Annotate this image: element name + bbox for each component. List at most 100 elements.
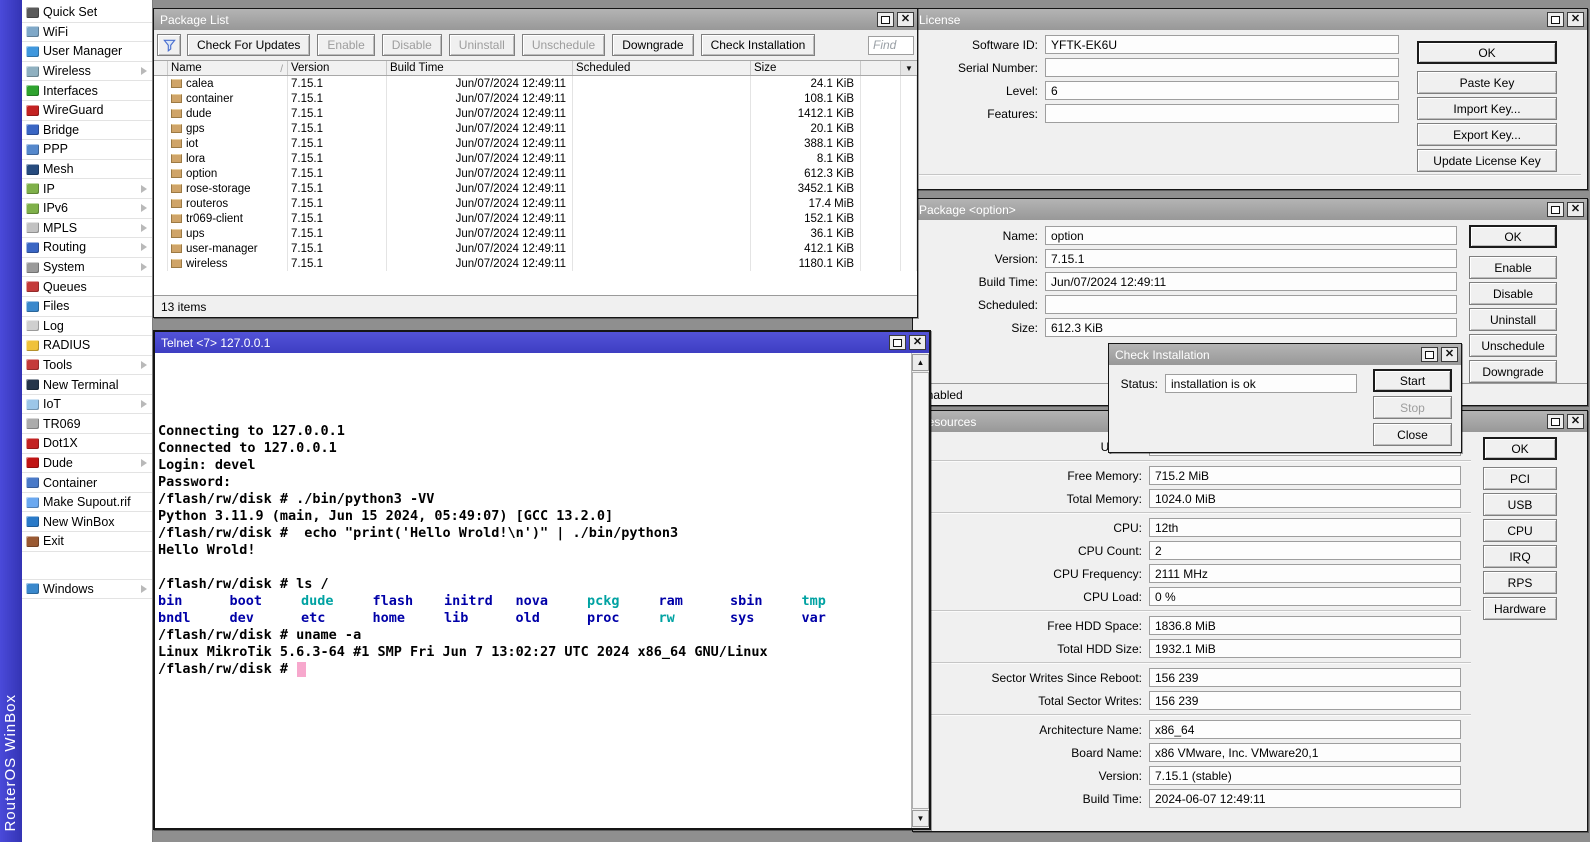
sidebar-item-mesh[interactable]: Mesh — [22, 160, 152, 180]
sidebar-item-log[interactable]: Log — [22, 317, 152, 337]
version-field[interactable]: 7.15.1 — [1045, 249, 1457, 268]
ok-button[interactable]: OK — [1469, 225, 1557, 248]
close-button[interactable]: Close — [1373, 423, 1452, 446]
irq-button[interactable]: IRQ — [1483, 545, 1557, 568]
import-key-button[interactable]: Import Key... — [1417, 97, 1557, 120]
cpu-button[interactable]: CPU — [1483, 519, 1557, 542]
sidebar-item-wifi[interactable]: WiFi — [22, 23, 152, 43]
sidebar-item-wireguard[interactable]: WireGuard — [22, 101, 152, 121]
vertical-scrollbar[interactable] — [911, 353, 929, 828]
paste-key-button[interactable]: Paste Key — [1417, 71, 1557, 94]
downgrade-button[interactable]: Downgrade — [612, 34, 693, 56]
sidebar-item-wireless[interactable]: Wireless — [22, 62, 152, 82]
close-icon[interactable] — [897, 12, 914, 27]
name-field[interactable]: option — [1045, 226, 1457, 245]
check-for-updates-button[interactable]: Check For Updates — [187, 34, 310, 56]
package-row-option[interactable]: option7.15.1Jun/07/2024 12:49:11612.3 Ki… — [154, 166, 917, 181]
sidebar-item-files[interactable]: Files — [22, 297, 152, 317]
maximize-button[interactable] — [1547, 414, 1564, 429]
column-header-build-time[interactable]: Build Time — [387, 61, 573, 75]
free-hdd-space-field[interactable]: 1836.8 MiB — [1149, 616, 1461, 635]
package-row-tr069-client[interactable]: tr069-client7.15.1Jun/07/2024 12:49:1115… — [154, 211, 917, 226]
build-time-field[interactable]: Jun/07/2024 12:49:11 — [1045, 272, 1457, 291]
package-row-dude[interactable]: dude7.15.1Jun/07/2024 12:49:111412.1 KiB — [154, 106, 917, 121]
sidebar-item-interfaces[interactable]: Interfaces — [22, 81, 152, 101]
enable-button[interactable]: Enable — [1469, 256, 1557, 279]
sector-writes-since-reboot-field[interactable]: 156 239 — [1149, 668, 1461, 687]
uninstall-button[interactable]: Uninstall — [449, 34, 515, 56]
export-key-button[interactable]: Export Key... — [1417, 123, 1557, 146]
ok-button[interactable]: OK — [1417, 41, 1557, 64]
terminal-body[interactable]: Connecting to 127.0.0.1Connected to 127.… — [155, 353, 929, 828]
unschedule-button[interactable]: Unschedule — [522, 34, 605, 56]
telnet-titlebar[interactable]: Telnet <7> 127.0.0.1 — [155, 332, 929, 353]
sidebar-item-exit[interactable]: Exit — [22, 532, 152, 552]
package-titlebar[interactable]: Package <option> — [913, 199, 1587, 220]
close-icon[interactable] — [1567, 12, 1584, 27]
unschedule-button[interactable]: Unschedule — [1469, 334, 1557, 357]
check-installation-button[interactable]: Check Installation — [701, 34, 816, 56]
maximize-button[interactable] — [1547, 12, 1564, 27]
sidebar-item-dot1x[interactable]: Dot1X — [22, 434, 152, 454]
sidebar-item-system[interactable]: System — [22, 258, 152, 278]
pci-button[interactable]: PCI — [1483, 467, 1557, 490]
maximize-button[interactable] — [1547, 202, 1564, 217]
update-license-key-button[interactable]: Update License Key — [1417, 149, 1557, 172]
column-dropdown-button[interactable] — [901, 61, 917, 75]
package-row-iot[interactable]: iot7.15.1Jun/07/2024 12:49:11388.1 KiB — [154, 136, 917, 151]
start-button[interactable]: Start — [1373, 369, 1452, 392]
sidebar-item-queues[interactable]: Queues — [22, 277, 152, 297]
close-icon[interactable] — [909, 335, 926, 350]
sidebar-item-routing[interactable]: Routing — [22, 238, 152, 258]
features-field[interactable] — [1045, 104, 1399, 123]
sidebar-item-ip[interactable]: IP — [22, 179, 152, 199]
level-field[interactable]: 6 — [1045, 81, 1399, 100]
cpu-load-field[interactable]: 0 % — [1149, 587, 1461, 606]
disable-button[interactable]: Disable — [1469, 282, 1557, 305]
ok-button[interactable]: OK — [1483, 437, 1557, 460]
package-row-calea[interactable]: calea7.15.1Jun/07/2024 12:49:1124.1 KiB — [154, 76, 917, 91]
scrollbar-thumb[interactable] — [912, 372, 929, 809]
sidebar-item-dude[interactable]: Dude — [22, 454, 152, 474]
maximize-button[interactable] — [1421, 347, 1438, 362]
package-row-wireless[interactable]: wireless7.15.1Jun/07/2024 12:49:111180.1… — [154, 256, 917, 271]
downgrade-button[interactable]: Downgrade — [1469, 360, 1557, 383]
close-icon[interactable] — [1441, 347, 1458, 362]
build-time-field[interactable]: 2024-06-07 12:49:11 — [1149, 789, 1461, 808]
size-field[interactable]: 612.3 KiB — [1045, 318, 1457, 337]
usb-button[interactable]: USB — [1483, 493, 1557, 516]
sidebar-item-tools[interactable]: Tools — [22, 356, 152, 376]
rps-button[interactable]: RPS — [1483, 571, 1557, 594]
serial-number-field[interactable] — [1045, 58, 1399, 77]
close-icon[interactable] — [1567, 202, 1584, 217]
version-field[interactable]: 7.15.1 (stable) — [1149, 766, 1461, 785]
column-header-name[interactable]: Name — [168, 61, 288, 75]
filter-button[interactable] — [157, 34, 181, 56]
maximize-button[interactable] — [877, 12, 894, 27]
package-row-lora[interactable]: lora7.15.1Jun/07/2024 12:49:118.1 KiB — [154, 151, 917, 166]
sidebar-item-container[interactable]: Container — [22, 473, 152, 493]
total-sector-writes-field[interactable]: 156 239 — [1149, 691, 1461, 710]
uninstall-button[interactable]: Uninstall — [1469, 308, 1557, 331]
sidebar-item-mpls[interactable]: MPLS — [22, 219, 152, 239]
package-row-ups[interactable]: ups7.15.1Jun/07/2024 12:49:1136.1 KiB — [154, 226, 917, 241]
column-header-version[interactable]: Version — [288, 61, 387, 75]
scroll-down-icon[interactable] — [912, 810, 929, 827]
package-row-gps[interactable]: gps7.15.1Jun/07/2024 12:49:1120.1 KiB — [154, 121, 917, 136]
sidebar-item-tr069[interactable]: TR069 — [22, 414, 152, 434]
package-row-routeros[interactable]: routeros7.15.1Jun/07/2024 12:49:1117.4 M… — [154, 196, 917, 211]
board-name-field[interactable]: x86 VMware, Inc. VMware20,1 — [1149, 743, 1461, 762]
sidebar-item-iot[interactable]: IoT — [22, 395, 152, 415]
sidebar-item-windows[interactable]: Windows — [22, 580, 152, 600]
package-row-rose-storage[interactable]: rose-storage7.15.1Jun/07/2024 12:49:1134… — [154, 181, 917, 196]
sidebar-item-ppp[interactable]: PPP — [22, 140, 152, 160]
package-row-user-manager[interactable]: user-manager7.15.1Jun/07/2024 12:49:1141… — [154, 241, 917, 256]
total-hdd-size-field[interactable]: 1932.1 MiB — [1149, 639, 1461, 658]
free-memory-field[interactable]: 715.2 MiB — [1149, 466, 1461, 485]
sidebar-item-radius[interactable]: RADIUS — [22, 336, 152, 356]
column-header-size[interactable]: Size — [751, 61, 861, 75]
sidebar-item-new-terminal[interactable]: New Terminal — [22, 375, 152, 395]
package-list-titlebar[interactable]: Package List — [154, 9, 917, 30]
check-titlebar[interactable]: Check Installation — [1109, 344, 1461, 365]
software-id-field[interactable]: YFTK-EK6U — [1045, 35, 1399, 54]
